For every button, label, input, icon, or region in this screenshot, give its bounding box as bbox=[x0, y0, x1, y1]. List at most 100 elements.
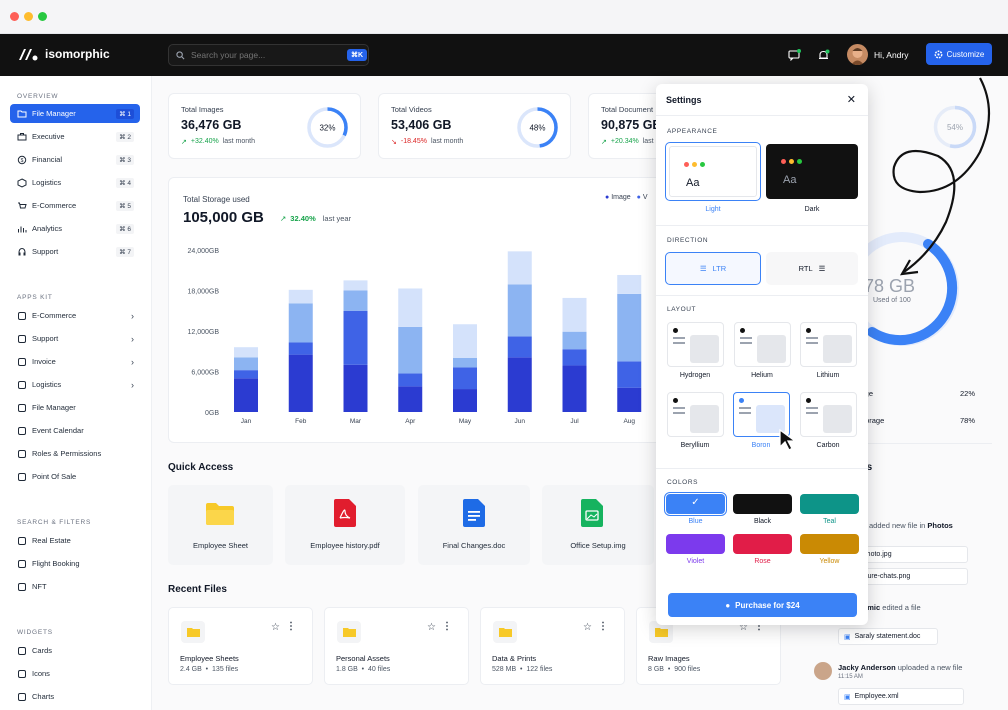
sidebar-item-logistics[interactable]: Logistics › bbox=[10, 375, 140, 394]
bar-segment[interactable] bbox=[234, 378, 258, 412]
bar-segment[interactable] bbox=[398, 373, 423, 387]
user-avatar[interactable] bbox=[847, 44, 868, 65]
bar-segment[interactable] bbox=[234, 357, 258, 371]
bar-segment[interactable] bbox=[507, 336, 532, 358]
bar-segment[interactable] bbox=[507, 357, 532, 412]
color-option-black[interactable] bbox=[733, 494, 792, 514]
activity-avatar[interactable] bbox=[814, 662, 832, 680]
quick-access-item[interactable]: Employee Sheet bbox=[168, 485, 273, 565]
app-logo[interactable]: isomorphic bbox=[17, 47, 110, 61]
more-vertical-icon[interactable]: ⋮ bbox=[598, 621, 608, 632]
bar-segment[interactable] bbox=[617, 274, 642, 294]
layout-option-lithium[interactable] bbox=[800, 322, 857, 367]
sidebar-item-icons[interactable]: Icons bbox=[10, 664, 140, 683]
bar-segment[interactable] bbox=[617, 361, 642, 388]
star-icon[interactable]: ☆ bbox=[427, 622, 436, 633]
activity-file-chip[interactable]: ▣ Saraly statement.doc bbox=[838, 628, 938, 645]
close-window-dot[interactable] bbox=[10, 12, 19, 21]
sidebar-item-charts[interactable]: Charts bbox=[10, 687, 140, 706]
bar-segment[interactable] bbox=[453, 358, 477, 368]
sidebar-item-logistics[interactable]: Logistics ⌘ 4 bbox=[10, 173, 140, 192]
more-vertical-icon[interactable]: ⋮ bbox=[442, 621, 452, 632]
minimize-window-dot[interactable] bbox=[24, 12, 33, 21]
sidebar-item-real-estate[interactable]: Real Estate bbox=[10, 531, 140, 550]
layout-option-helium[interactable] bbox=[734, 322, 791, 367]
bar-segment[interactable] bbox=[562, 297, 587, 332]
sidebar-item-executive[interactable]: Executive ⌘ 2 bbox=[10, 127, 140, 146]
sidebar-item-e-commerce[interactable]: E-Commerce ⌘ 5 bbox=[10, 196, 140, 215]
more-vertical-icon[interactable]: ⋮ bbox=[286, 621, 296, 632]
sidebar-item-analytics[interactable]: Analytics ⌘ 6 bbox=[10, 219, 140, 238]
layout-option-hydrogen[interactable] bbox=[667, 322, 724, 367]
color-option-violet[interactable] bbox=[666, 534, 725, 554]
bar-segment[interactable] bbox=[398, 326, 423, 374]
bar-segment[interactable] bbox=[343, 364, 368, 412]
bar-segment[interactable] bbox=[288, 354, 313, 412]
search-box[interactable]: ⌘K bbox=[168, 44, 369, 66]
appearance-option-dark[interactable]: Aa bbox=[766, 144, 858, 199]
messages-icon[interactable] bbox=[786, 47, 802, 63]
bar-segment[interactable] bbox=[562, 349, 587, 366]
search-input[interactable] bbox=[191, 50, 341, 60]
recent-file-card[interactable]: ☆ ⋮ Employee Sheets 2.4 GB • 135 files bbox=[168, 607, 313, 685]
quick-access-item[interactable]: Office Setup.img bbox=[542, 485, 654, 565]
notification-bell-icon[interactable] bbox=[815, 47, 831, 63]
bar-segment[interactable] bbox=[453, 324, 477, 358]
close-icon[interactable]: ✕ bbox=[847, 93, 856, 106]
recent-file-card[interactable]: ☆ ⋮ Data & Prints 528 MB • 122 files bbox=[480, 607, 625, 685]
sidebar-item-support[interactable]: Support ⌘ 7 bbox=[10, 242, 140, 261]
bar-segment[interactable] bbox=[398, 288, 423, 327]
sidebar-item-support[interactable]: Support › bbox=[10, 329, 140, 348]
bar-segment[interactable] bbox=[453, 367, 477, 390]
color-option-teal[interactable] bbox=[800, 494, 859, 514]
sidebar-item-cards[interactable]: Cards bbox=[10, 641, 140, 660]
sidebar-item-file-manager[interactable]: File Manager bbox=[10, 398, 140, 417]
bar-segment[interactable] bbox=[343, 290, 368, 311]
sidebar-item-financial[interactable]: $ Financial ⌘ 3 bbox=[10, 150, 140, 169]
bar-segment[interactable] bbox=[288, 289, 313, 304]
color-option-yellow[interactable] bbox=[800, 534, 859, 554]
user-greeting[interactable]: Hi, Andry bbox=[874, 50, 909, 60]
maximize-window-dot[interactable] bbox=[38, 12, 47, 21]
sidebar-item-point-of-sale[interactable]: Point Of Sale bbox=[10, 467, 140, 486]
stat-card-videos[interactable]: Total Videos 53,406 GB ↘ -18.45% last mont… bbox=[378, 93, 571, 159]
layout-option-beryllium[interactable] bbox=[667, 392, 724, 437]
color-option-rose[interactable] bbox=[733, 534, 792, 554]
bar-segment[interactable] bbox=[617, 293, 642, 362]
sidebar-item-roles-permissions[interactable]: Roles & Permissions bbox=[10, 444, 140, 463]
sidebar-item-invoice[interactable]: Invoice › bbox=[10, 352, 140, 371]
sidebar-item-flight-booking[interactable]: Flight Booking bbox=[10, 554, 140, 573]
direction-option-rtl[interactable]: RTL ☰ bbox=[766, 252, 858, 285]
bar-segment[interactable] bbox=[288, 303, 313, 343]
bar-segment[interactable] bbox=[453, 389, 477, 412]
bar-segment[interactable] bbox=[234, 370, 258, 379]
appearance-option-light[interactable]: Aa bbox=[665, 142, 761, 201]
direction-option-ltr[interactable]: ☰ LTR bbox=[665, 252, 761, 285]
bar-segment[interactable] bbox=[288, 342, 313, 355]
sidebar-item-e-commerce[interactable]: E-Commerce › bbox=[10, 306, 140, 325]
bar-segment[interactable] bbox=[343, 310, 368, 365]
bar-segment[interactable] bbox=[617, 387, 642, 412]
activity-file-chip[interactable]: ▣ Employee.xml bbox=[838, 688, 964, 705]
quick-access-item[interactable]: Final Changes.doc bbox=[418, 485, 530, 565]
color-option-blue[interactable]: ✓ bbox=[664, 492, 727, 516]
bar-segment[interactable] bbox=[234, 347, 258, 358]
bar-segment[interactable] bbox=[562, 365, 587, 412]
star-icon[interactable]: ☆ bbox=[583, 622, 592, 633]
recent-file-card[interactable]: ☆ ⋮ Personal Assets 1.8 GB • 40 files bbox=[324, 607, 469, 685]
quick-access-item[interactable]: Employee history.pdf bbox=[285, 485, 405, 565]
bar-segment[interactable] bbox=[343, 280, 368, 291]
layout-option-carbon[interactable] bbox=[800, 392, 857, 437]
customize-button[interactable]: Customize bbox=[926, 43, 992, 65]
bar-segment[interactable] bbox=[507, 251, 532, 285]
bar-segment[interactable] bbox=[507, 284, 532, 337]
star-icon[interactable]: ☆ bbox=[271, 622, 280, 633]
sidebar-item-file-manager[interactable]: File Manager ⌘ 1 bbox=[10, 104, 140, 123]
bar-segment[interactable] bbox=[562, 331, 587, 350]
sidebar-item-event-calendar[interactable]: Event Calendar bbox=[10, 421, 140, 440]
sidebar-item-nft[interactable]: NFT bbox=[10, 577, 140, 596]
purchase-button[interactable]: ● Purchase for $24 bbox=[668, 593, 857, 617]
stat-card-images[interactable]: Total Images 36,476 GB ↗ +32.40% last mont… bbox=[168, 93, 361, 159]
sidebar-item-label: Support bbox=[32, 247, 59, 256]
bar-segment[interactable] bbox=[398, 386, 423, 412]
